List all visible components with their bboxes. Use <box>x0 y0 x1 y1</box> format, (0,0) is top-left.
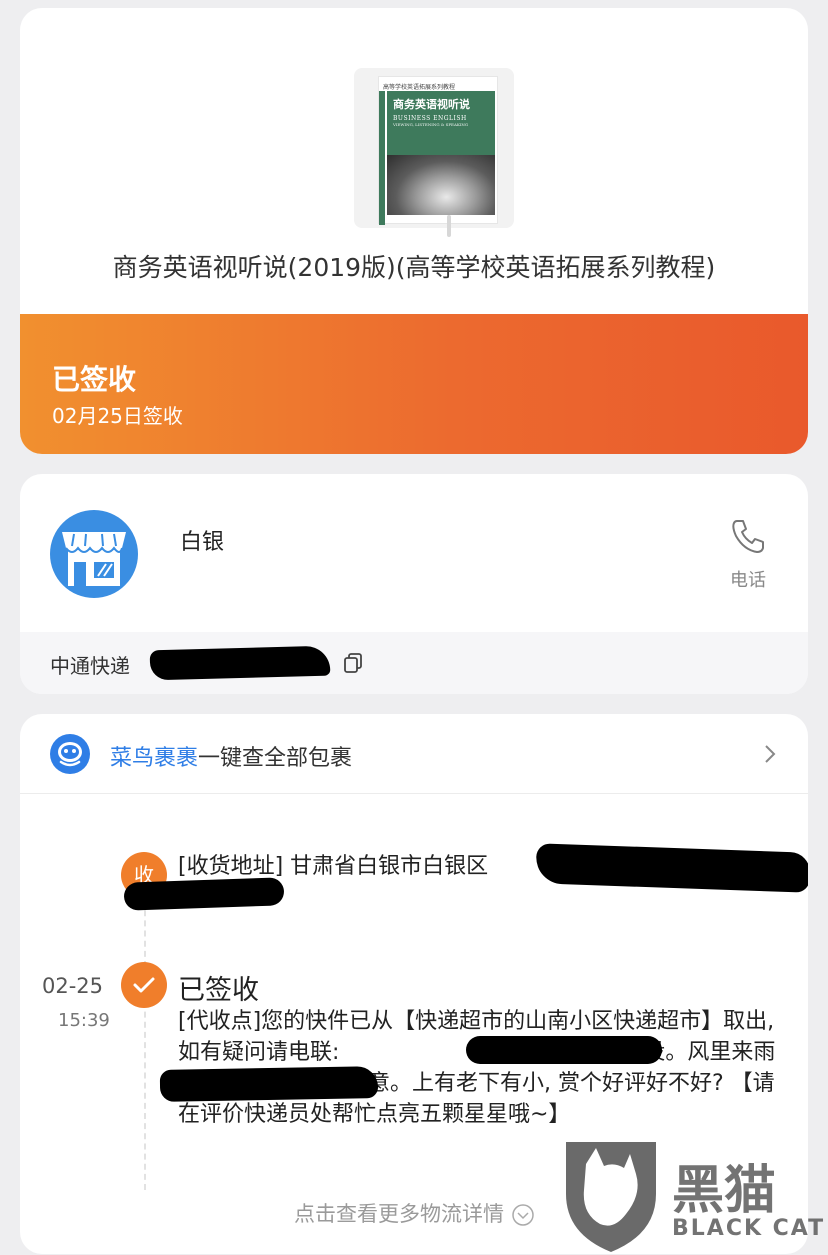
call-button[interactable]: 电话 <box>722 516 774 592</box>
cainiao-brand: 菜鸟裹裹 <box>110 746 199 771</box>
storefront-icon <box>62 532 126 586</box>
timeline-line <box>144 890 146 1190</box>
signed-node-check-icon <box>121 962 167 1008</box>
product-title[interactable]: 商务英语视听说(2019版)(高等学校英语拓展系列教程) <box>20 248 808 284</box>
copy-icon[interactable] <box>342 652 364 674</box>
chevron-right-icon <box>765 745 776 763</box>
cainiao-promo-text: 菜鸟裹裹一键查全部包裹 <box>110 740 352 772</box>
cainiao-promo-row[interactable]: 菜鸟裹裹一键查全部包裹 <box>20 714 808 794</box>
black-cat-logo-icon <box>566 1142 656 1252</box>
event-time: 15:39 <box>58 1010 110 1031</box>
delivery-address: [收货地址] 甘肃省白银市白银区 <box>178 854 489 879</box>
station-avatar[interactable] <box>50 510 138 598</box>
water-drop-icon <box>447 215 451 237</box>
product-card: 高等学校英语拓展系列教程 商务英语视听说 BUSINESS ENGLISH VI… <box>20 8 808 454</box>
station-name: 白银 <box>180 530 225 555</box>
call-label: 电话 <box>730 570 766 591</box>
book-cover-title: 商务英语视听说 <box>393 98 470 111</box>
book-spine-strip <box>379 91 385 225</box>
redacted-phone-2 <box>159 1066 379 1102</box>
redacted-tracking-number <box>149 645 331 681</box>
watermark-text-en: BLACK CAT <box>672 1216 826 1241</box>
courier-row: 中通快递 <box>20 632 808 694</box>
black-cat-watermark: 黑猫 BLACK CAT <box>556 1130 828 1255</box>
redacted-address <box>535 843 808 893</box>
status-date: 02月25日签收 <box>52 404 183 428</box>
check-icon <box>133 977 155 993</box>
delivery-status-banner: 已签收 02月25日签收 <box>20 314 808 454</box>
water-drop-photo <box>387 155 495 237</box>
event-title: 已签收 <box>178 975 259 1006</box>
book-cover-subtitle-2: VIEWING, LISTENING & SPEAKING <box>393 122 469 127</box>
status-title: 已签收 <box>52 363 137 396</box>
book-cover: 高等学校英语拓展系列教程 商务英语视听说 BUSINESS ENGLISH VI… <box>378 76 498 237</box>
redacted-phone <box>466 1036 662 1064</box>
redacted-address-2 <box>123 877 285 911</box>
chevron-down-circle-icon <box>512 1204 534 1226</box>
product-cover-image[interactable]: 高等学校英语拓展系列教程 商务英语视听说 BUSINESS ENGLISH VI… <box>354 68 514 237</box>
book-cover-subtitle: BUSINESS ENGLISH <box>393 115 467 122</box>
event-date: 02-25 <box>42 974 104 998</box>
station-card: 白银 电话 中通快递 <box>20 474 808 694</box>
more-details-label: 点击查看更多物流详情 <box>294 1202 504 1226</box>
phone-icon <box>732 520 764 553</box>
book-series-label: 高等学校英语拓展系列教程 <box>383 84 456 91</box>
watermark-text-cn: 黑猫 <box>672 1161 777 1221</box>
cainiao-logo-icon <box>50 734 90 774</box>
courier-name: 中通快递 <box>50 654 130 678</box>
cainiao-tagline: 一键查全部包裹 <box>198 746 353 771</box>
